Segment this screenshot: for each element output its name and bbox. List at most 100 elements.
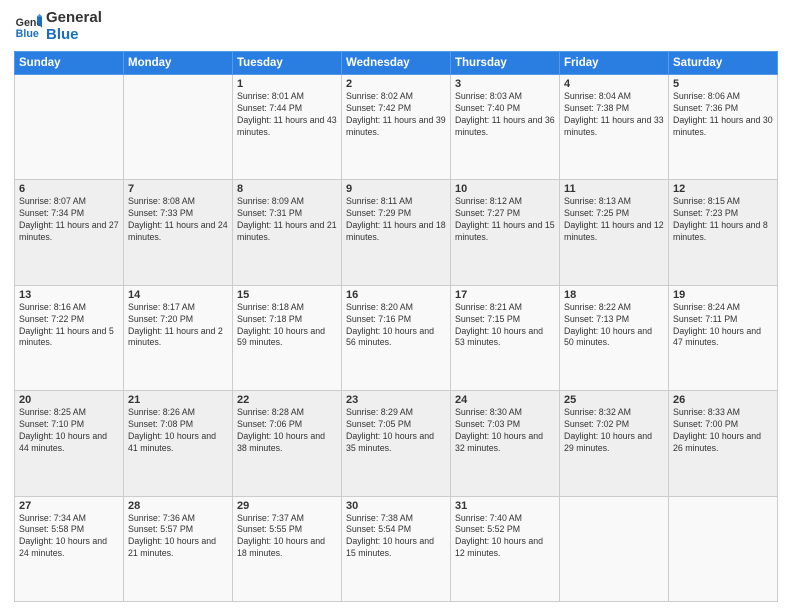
weekday-header-friday: Friday <box>560 52 669 75</box>
cell-info: Sunrise: 8:04 AMSunset: 7:38 PMDaylight:… <box>564 91 664 139</box>
day-number: 28 <box>128 500 228 512</box>
calendar-cell: 17Sunrise: 8:21 AMSunset: 7:15 PMDayligh… <box>451 285 560 390</box>
day-number: 13 <box>19 289 119 301</box>
day-number: 11 <box>564 183 664 195</box>
day-number: 29 <box>237 500 337 512</box>
day-number: 17 <box>455 289 555 301</box>
page-header: General Blue General Blue <box>14 10 778 43</box>
cell-info: Sunrise: 8:01 AMSunset: 7:44 PMDaylight:… <box>237 91 337 139</box>
calendar-cell: 2Sunrise: 8:02 AMSunset: 7:42 PMDaylight… <box>342 75 451 180</box>
cell-info: Sunrise: 8:24 AMSunset: 7:11 PMDaylight:… <box>673 302 773 350</box>
calendar-cell: 21Sunrise: 8:26 AMSunset: 7:08 PMDayligh… <box>124 391 233 496</box>
cell-info: Sunrise: 7:37 AMSunset: 5:55 PMDaylight:… <box>237 513 337 561</box>
day-number: 4 <box>564 78 664 90</box>
calendar-cell: 30Sunrise: 7:38 AMSunset: 5:54 PMDayligh… <box>342 496 451 601</box>
calendar-cell: 7Sunrise: 8:08 AMSunset: 7:33 PMDaylight… <box>124 180 233 285</box>
weekday-header-row: SundayMondayTuesdayWednesdayThursdayFrid… <box>15 52 778 75</box>
calendar-cell: 23Sunrise: 8:29 AMSunset: 7:05 PMDayligh… <box>342 391 451 496</box>
calendar-cell: 8Sunrise: 8:09 AMSunset: 7:31 PMDaylight… <box>233 180 342 285</box>
calendar-cell: 18Sunrise: 8:22 AMSunset: 7:13 PMDayligh… <box>560 285 669 390</box>
cell-info: Sunrise: 8:30 AMSunset: 7:03 PMDaylight:… <box>455 407 555 455</box>
calendar-cell: 27Sunrise: 7:34 AMSunset: 5:58 PMDayligh… <box>15 496 124 601</box>
day-number: 12 <box>673 183 773 195</box>
calendar-week-5: 27Sunrise: 7:34 AMSunset: 5:58 PMDayligh… <box>15 496 778 601</box>
weekday-header-sunday: Sunday <box>15 52 124 75</box>
calendar-cell: 6Sunrise: 8:07 AMSunset: 7:34 PMDaylight… <box>15 180 124 285</box>
logo-name: General Blue <box>46 10 102 43</box>
day-number: 31 <box>455 500 555 512</box>
cell-info: Sunrise: 8:26 AMSunset: 7:08 PMDaylight:… <box>128 407 228 455</box>
cell-info: Sunrise: 8:16 AMSunset: 7:22 PMDaylight:… <box>19 302 119 350</box>
day-number: 10 <box>455 183 555 195</box>
cell-info: Sunrise: 8:28 AMSunset: 7:06 PMDaylight:… <box>237 407 337 455</box>
calendar-cell: 14Sunrise: 8:17 AMSunset: 7:20 PMDayligh… <box>124 285 233 390</box>
calendar-week-2: 6Sunrise: 8:07 AMSunset: 7:34 PMDaylight… <box>15 180 778 285</box>
calendar-cell: 29Sunrise: 7:37 AMSunset: 5:55 PMDayligh… <box>233 496 342 601</box>
svg-text:Blue: Blue <box>16 27 39 39</box>
calendar-cell: 16Sunrise: 8:20 AMSunset: 7:16 PMDayligh… <box>342 285 451 390</box>
cell-info: Sunrise: 8:20 AMSunset: 7:16 PMDaylight:… <box>346 302 446 350</box>
calendar-cell <box>124 75 233 180</box>
day-number: 1 <box>237 78 337 90</box>
cell-info: Sunrise: 8:12 AMSunset: 7:27 PMDaylight:… <box>455 196 555 244</box>
calendar-cell: 12Sunrise: 8:15 AMSunset: 7:23 PMDayligh… <box>669 180 778 285</box>
calendar-week-3: 13Sunrise: 8:16 AMSunset: 7:22 PMDayligh… <box>15 285 778 390</box>
day-number: 27 <box>19 500 119 512</box>
cell-info: Sunrise: 8:22 AMSunset: 7:13 PMDaylight:… <box>564 302 664 350</box>
cell-info: Sunrise: 8:06 AMSunset: 7:36 PMDaylight:… <box>673 91 773 139</box>
cell-info: Sunrise: 8:25 AMSunset: 7:10 PMDaylight:… <box>19 407 119 455</box>
day-number: 25 <box>564 394 664 406</box>
calendar-cell: 19Sunrise: 8:24 AMSunset: 7:11 PMDayligh… <box>669 285 778 390</box>
calendar-cell: 10Sunrise: 8:12 AMSunset: 7:27 PMDayligh… <box>451 180 560 285</box>
day-number: 21 <box>128 394 228 406</box>
calendar-cell: 5Sunrise: 8:06 AMSunset: 7:36 PMDaylight… <box>669 75 778 180</box>
day-number: 3 <box>455 78 555 90</box>
calendar-cell <box>669 496 778 601</box>
weekday-header-monday: Monday <box>124 52 233 75</box>
calendar-cell: 15Sunrise: 8:18 AMSunset: 7:18 PMDayligh… <box>233 285 342 390</box>
calendar-cell: 4Sunrise: 8:04 AMSunset: 7:38 PMDaylight… <box>560 75 669 180</box>
day-number: 8 <box>237 183 337 195</box>
calendar-cell: 25Sunrise: 8:32 AMSunset: 7:02 PMDayligh… <box>560 391 669 496</box>
calendar-table: SundayMondayTuesdayWednesdayThursdayFrid… <box>14 51 778 602</box>
calendar-cell: 22Sunrise: 8:28 AMSunset: 7:06 PMDayligh… <box>233 391 342 496</box>
calendar-cell: 31Sunrise: 7:40 AMSunset: 5:52 PMDayligh… <box>451 496 560 601</box>
day-number: 15 <box>237 289 337 301</box>
calendar-cell: 9Sunrise: 8:11 AMSunset: 7:29 PMDaylight… <box>342 180 451 285</box>
day-number: 20 <box>19 394 119 406</box>
day-number: 9 <box>346 183 446 195</box>
day-number: 2 <box>346 78 446 90</box>
cell-info: Sunrise: 8:03 AMSunset: 7:40 PMDaylight:… <box>455 91 555 139</box>
day-number: 26 <box>673 394 773 406</box>
calendar-cell <box>15 75 124 180</box>
calendar-cell: 28Sunrise: 7:36 AMSunset: 5:57 PMDayligh… <box>124 496 233 601</box>
day-number: 30 <box>346 500 446 512</box>
calendar-cell: 24Sunrise: 8:30 AMSunset: 7:03 PMDayligh… <box>451 391 560 496</box>
cell-info: Sunrise: 8:15 AMSunset: 7:23 PMDaylight:… <box>673 196 773 244</box>
cell-info: Sunrise: 7:38 AMSunset: 5:54 PMDaylight:… <box>346 513 446 561</box>
cell-info: Sunrise: 8:17 AMSunset: 7:20 PMDaylight:… <box>128 302 228 350</box>
logo: General Blue General Blue <box>14 10 102 43</box>
calendar-cell <box>560 496 669 601</box>
cell-info: Sunrise: 8:32 AMSunset: 7:02 PMDaylight:… <box>564 407 664 455</box>
day-number: 7 <box>128 183 228 195</box>
day-number: 23 <box>346 394 446 406</box>
calendar-cell: 26Sunrise: 8:33 AMSunset: 7:00 PMDayligh… <box>669 391 778 496</box>
calendar-cell: 1Sunrise: 8:01 AMSunset: 7:44 PMDaylight… <box>233 75 342 180</box>
day-number: 6 <box>19 183 119 195</box>
cell-info: Sunrise: 8:02 AMSunset: 7:42 PMDaylight:… <box>346 91 446 139</box>
cell-info: Sunrise: 8:13 AMSunset: 7:25 PMDaylight:… <box>564 196 664 244</box>
day-number: 16 <box>346 289 446 301</box>
cell-info: Sunrise: 8:18 AMSunset: 7:18 PMDaylight:… <box>237 302 337 350</box>
cell-info: Sunrise: 8:11 AMSunset: 7:29 PMDaylight:… <box>346 196 446 244</box>
cell-info: Sunrise: 8:21 AMSunset: 7:15 PMDaylight:… <box>455 302 555 350</box>
calendar-week-4: 20Sunrise: 8:25 AMSunset: 7:10 PMDayligh… <box>15 391 778 496</box>
cell-info: Sunrise: 8:29 AMSunset: 7:05 PMDaylight:… <box>346 407 446 455</box>
day-number: 22 <box>237 394 337 406</box>
day-number: 5 <box>673 78 773 90</box>
weekday-header-thursday: Thursday <box>451 52 560 75</box>
day-number: 19 <box>673 289 773 301</box>
cell-info: Sunrise: 8:33 AMSunset: 7:00 PMDaylight:… <box>673 407 773 455</box>
cell-info: Sunrise: 8:07 AMSunset: 7:34 PMDaylight:… <box>19 196 119 244</box>
weekday-header-tuesday: Tuesday <box>233 52 342 75</box>
